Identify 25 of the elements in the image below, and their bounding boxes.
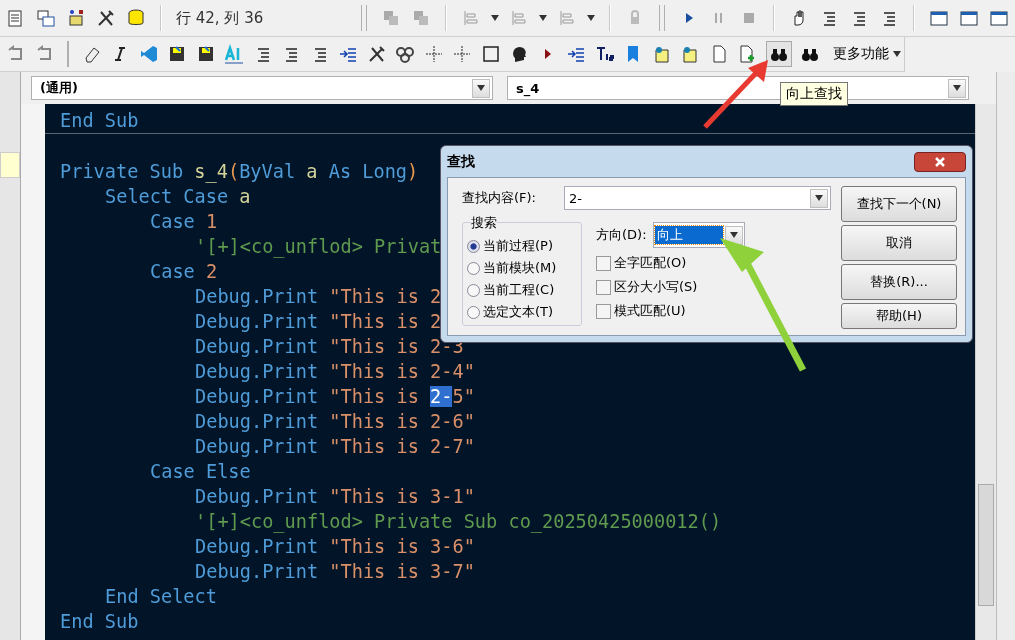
- code-line: Debug.Print "This is 2: [195, 285, 442, 309]
- code-line: '[+]<co_unflod> Private Sub co_20250425000012(): [195, 510, 722, 534]
- dialog-title: 查找: [447, 152, 475, 171]
- group-title: 搜索: [471, 214, 497, 232]
- code-line: Case 1: [150, 210, 218, 234]
- code-line: Debug.Print "This is 2: [195, 310, 442, 334]
- cursor-position: 行 42, 列 36: [176, 8, 264, 28]
- code-line: End Select: [105, 585, 217, 609]
- direction-label: 方向(D):: [596, 226, 647, 244]
- code-line: Debug.Print "This is 3-7": [195, 560, 475, 584]
- code-line: Debug.Print "This is 2-5": [195, 385, 475, 409]
- code-line: Case Else: [150, 460, 251, 484]
- code-line: Debug.Print "This is 2-7": [195, 435, 475, 459]
- code-line: Debug.Print "This is 2-4": [195, 360, 475, 384]
- code-line: Select Case a: [105, 185, 251, 209]
- code-line: '[+]<co_unflod> Privat: [195, 235, 442, 259]
- code-line: Debug.Print "This is 2-6": [195, 410, 475, 434]
- tooltip: 向上查找: [780, 82, 848, 106]
- code-line: Private Sub s_4(ByVal a As Long): [60, 160, 419, 184]
- code-line: End Sub: [60, 610, 139, 634]
- find-label: 查找内容(F):: [462, 189, 536, 207]
- code-line: End Sub: [60, 109, 139, 133]
- code-line: Case 2: [150, 260, 218, 284]
- code-line: Debug.Print "This is 3-6": [195, 535, 475, 559]
- code-line: Debug.Print "This is 3-1": [195, 485, 475, 509]
